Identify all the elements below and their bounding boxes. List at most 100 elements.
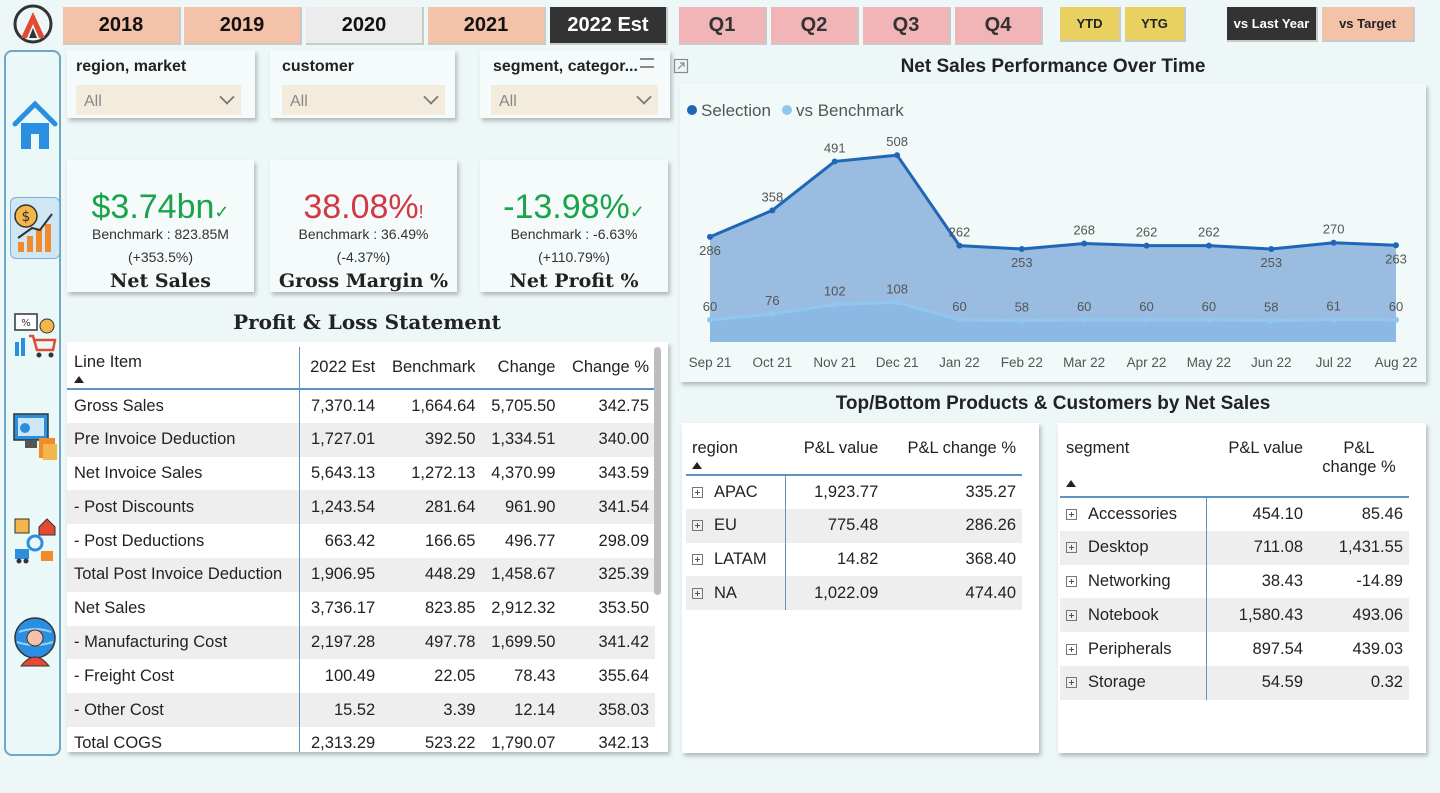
quarter-button-q4[interactable]: Q4 xyxy=(955,7,1043,45)
region-value-cell: 14.82 xyxy=(785,542,885,577)
sales-icon[interactable]: % xyxy=(10,302,60,364)
supply-chain-icon[interactable] xyxy=(10,507,60,569)
pl-cell: 5,705.50 xyxy=(481,389,562,423)
table-row[interactable]: Accessories 454.10 85.46 xyxy=(1060,497,1409,531)
data-label: 60 xyxy=(1077,299,1091,314)
segment-cell: Peripherals xyxy=(1060,632,1207,666)
home-icon[interactable] xyxy=(10,94,60,156)
segment-header[interactable]: segment xyxy=(1060,429,1207,498)
quarter-button-q3[interactable]: Q3 xyxy=(863,7,951,45)
table-row[interactable]: - Freight Cost 100.49 22.05 78.43 355.64 xyxy=(67,659,655,694)
pl-scrollbar[interactable] xyxy=(654,347,661,595)
data-point xyxy=(1205,242,1212,249)
segment-value-cell: 711.08 xyxy=(1206,530,1309,565)
region-header-change[interactable]: P&L change % xyxy=(884,429,1022,476)
x-tick-label: Jan 22 xyxy=(939,355,980,370)
region-market-dropdown[interactable]: All xyxy=(76,85,241,115)
filter-menu-icon[interactable] xyxy=(640,58,654,68)
vs-target-button[interactable]: vs Target xyxy=(1322,7,1415,42)
x-tick-label: Aug 22 xyxy=(1375,355,1418,370)
expand-icon[interactable] xyxy=(1066,677,1077,689)
table-row[interactable]: NA 1,022.09 474.40 xyxy=(686,576,1022,611)
table-row[interactable]: Net Invoice Sales 5,643.13 1,272.13 4,370.9… xyxy=(67,456,655,491)
table-row[interactable]: Gross Sales 7,370.14 1,664.64 5,705.50 342.7… xyxy=(67,389,655,423)
region-header[interactable]: region xyxy=(686,429,786,476)
expand-icon[interactable] xyxy=(1066,609,1077,621)
table-row[interactable]: Networking 38.43 -14.89 xyxy=(1060,564,1409,599)
expand-icon[interactable] xyxy=(692,486,703,498)
pl-header-benchmark[interactable]: Benchmark xyxy=(381,347,482,390)
pl-cell: 355.64 xyxy=(561,659,655,694)
table-row[interactable]: Storage 54.59 0.32 xyxy=(1060,665,1409,700)
table-row[interactable]: Total Post Invoice Deduction 1,906.95 448.… xyxy=(67,557,655,592)
kpi-change: (+110.79%) xyxy=(538,249,610,265)
table-row[interactable]: Total COGS 2,313.29 523.22 1,790.07 342.13 xyxy=(67,726,655,752)
expand-icon[interactable] xyxy=(692,587,703,599)
net-sales-chart: Selection vs Benchmark 286 358 491 508 262 253 2… xyxy=(680,84,1426,382)
expand-icon[interactable] xyxy=(1066,542,1077,554)
data-point xyxy=(769,207,776,214)
vs-last-year-button[interactable]: vs Last Year xyxy=(1227,7,1318,42)
x-tick-label: Nov 21 xyxy=(813,355,856,370)
executive-icon[interactable] xyxy=(10,610,60,672)
table-row[interactable]: - Post Deductions 663.42 166.65 496.77 298.0… xyxy=(67,524,655,558)
segment-cell: Networking xyxy=(1060,564,1207,599)
pl-header-change-pct[interactable]: Change % xyxy=(561,347,655,390)
table-row[interactable]: Net Sales 3,736.17 823.85 2,912.32 353.50 xyxy=(67,591,655,626)
expand-icon[interactable] xyxy=(692,553,703,565)
year-button-2021[interactable]: 2021 xyxy=(428,7,546,45)
year-button-2019[interactable]: 2019 xyxy=(184,7,302,45)
table-row[interactable]: Desktop 711.08 1,431.55 xyxy=(1060,530,1409,565)
pl-line-item: Total COGS xyxy=(67,726,300,752)
region-header-value[interactable]: P&L value xyxy=(785,429,885,476)
quarter-button-q2[interactable]: Q2 xyxy=(771,7,859,45)
year-button-2020[interactable]: 2020 xyxy=(306,7,424,45)
expand-icon[interactable] xyxy=(1066,508,1077,520)
table-row[interactable]: - Other Cost 15.52 3.39 12.14 358.03 xyxy=(67,693,655,727)
year-button-2022-est[interactable]: 2022 Est xyxy=(550,7,668,45)
data-point xyxy=(1268,245,1275,252)
table-row[interactable]: Notebook 1,580.43 493.06 xyxy=(1060,598,1409,633)
pl-cell: 3.39 xyxy=(381,693,482,727)
ytg-button[interactable]: YTG xyxy=(1125,7,1186,42)
ytd-button[interactable]: YTD xyxy=(1060,7,1121,42)
data-point xyxy=(1018,317,1025,324)
table-row[interactable]: - Post Discounts 1,243.54 281.64 961.90 341.… xyxy=(67,490,655,525)
pl-header-change[interactable]: Change xyxy=(481,347,562,390)
segment-category-dropdown[interactable]: All xyxy=(491,85,658,115)
table-row[interactable]: - Manufacturing Cost 2,197.28 497.78 1,699.… xyxy=(67,625,655,660)
pl-header-line-item[interactable]: Line Item xyxy=(67,347,300,390)
segment-header-value[interactable]: P&L value xyxy=(1206,429,1309,498)
kpi-value: $3.74bn✓ xyxy=(91,188,230,226)
data-point xyxy=(894,299,901,306)
pl-header-2022-est[interactable]: 2022 Est xyxy=(299,347,382,390)
year-button-2018[interactable]: 2018 xyxy=(63,7,181,45)
table-row[interactable]: APAC 1,923.77 335.27 xyxy=(686,475,1022,509)
dropdown-value: All xyxy=(499,93,517,110)
legend-marker xyxy=(687,105,697,115)
table-row[interactable]: Peripherals 897.54 439.03 xyxy=(1060,632,1409,666)
table-row[interactable]: EU 775.48 286.26 xyxy=(686,508,1022,543)
pl-cell: 78.43 xyxy=(481,659,562,694)
customer-dropdown[interactable]: All xyxy=(282,85,445,115)
marketing-icon[interactable] xyxy=(10,404,60,466)
pl-cell: 342.13 xyxy=(561,726,655,752)
segment-header-change[interactable]: P&L change % xyxy=(1309,429,1409,498)
expand-icon[interactable] xyxy=(1066,643,1077,655)
kpi-label: Net Sales xyxy=(110,270,211,292)
data-point xyxy=(1143,316,1150,323)
kpi-benchmark: Benchmark : -6.63% xyxy=(510,226,638,242)
expand-icon[interactable] xyxy=(692,520,703,532)
table-row[interactable]: Pre Invoice Deduction 1,727.01 392.50 1,334… xyxy=(67,422,655,457)
data-point xyxy=(1081,240,1088,247)
segment-name: Peripherals xyxy=(1088,639,1172,658)
data-label: 253 xyxy=(1011,255,1033,270)
pl-cell: 7,370.14 xyxy=(299,389,382,423)
expand-icon[interactable] xyxy=(1066,575,1077,587)
finance-icon[interactable]: $ xyxy=(10,197,60,259)
pl-cell: 12.14 xyxy=(481,693,562,727)
table-row[interactable]: LATAM 14.82 368.40 xyxy=(686,542,1022,577)
data-point xyxy=(831,158,838,165)
quarter-button-q1[interactable]: Q1 xyxy=(679,7,767,45)
pl-cell: 392.50 xyxy=(381,422,482,457)
